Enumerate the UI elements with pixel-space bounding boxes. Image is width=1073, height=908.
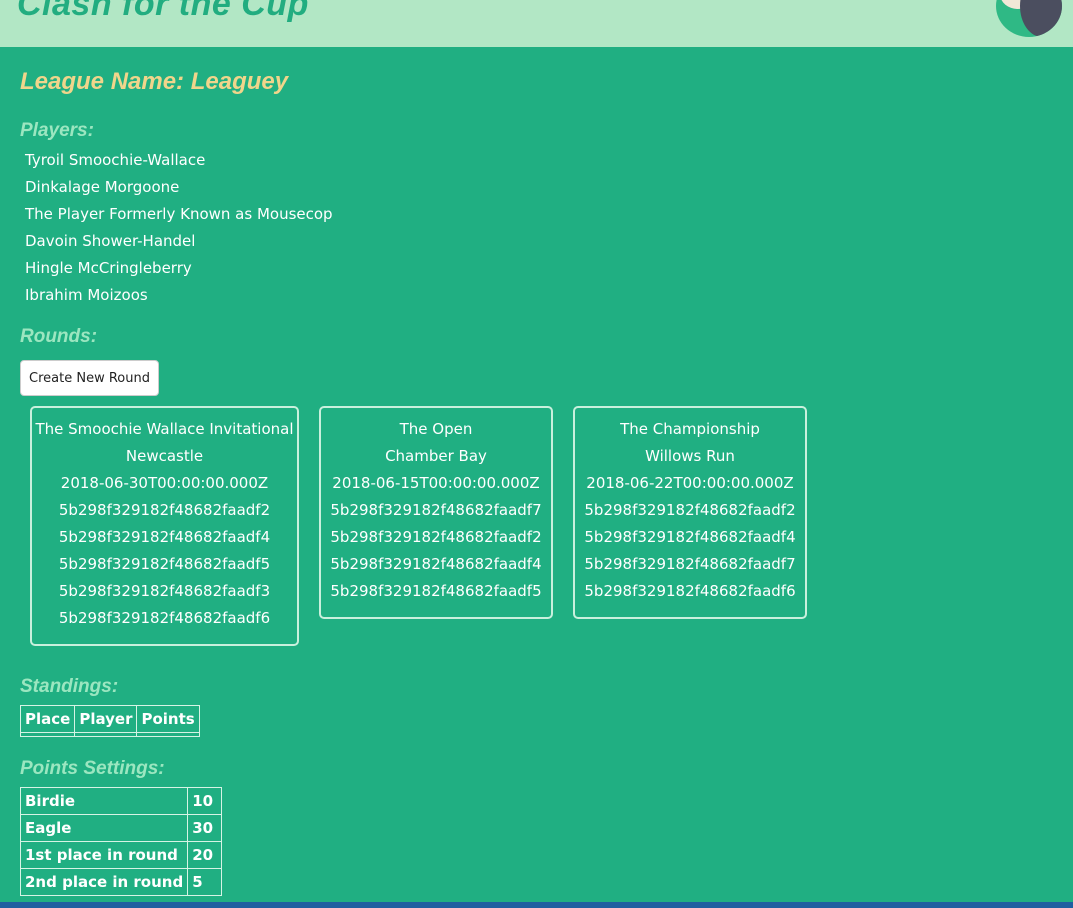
player-item: Tyroil Smoochie-Wallace	[25, 151, 206, 169]
player-item: Ibrahim Moizoos	[25, 286, 148, 304]
round-course: Chamber Bay	[385, 447, 487, 465]
points-value: 30	[187, 814, 223, 842]
round-player-id: 5b298f329182f48682faadf7	[584, 555, 796, 573]
players-heading: Players:	[20, 120, 94, 141]
points-label: 2nd place in round	[19, 868, 189, 896]
app-title: Clash for the Cup	[17, 0, 309, 23]
column-header-player: Player	[74, 705, 138, 733]
round-player-id: 5b298f329182f48682faadf4	[330, 555, 542, 573]
round-player-id: 5b298f329182f48682faadf5	[330, 582, 542, 600]
round-player-id: 5b298f329182f48682faadf2	[584, 501, 796, 519]
points-settings-heading: Points Settings:	[20, 758, 165, 779]
player-item: The Player Formerly Known as Mousecop	[25, 205, 333, 223]
round-player-id: 5b298f329182f48682faadf4	[58, 528, 271, 546]
round-course: Newcastle	[125, 447, 204, 465]
round-date: 2018-06-22T00:00:00.000Z	[586, 474, 794, 492]
player-item: Davoin Shower-Handel	[25, 232, 196, 250]
avatar-shade	[1020, 0, 1062, 37]
rounds-heading: Rounds:	[20, 326, 98, 347]
create-new-round-button[interactable]: Create New Round	[20, 360, 159, 396]
empty-cell	[74, 732, 138, 737]
standings-empty-row	[19, 732, 200, 737]
round-name: The Open	[399, 420, 473, 438]
table-row: 1st place in round 20	[19, 841, 223, 869]
standings-heading: Standings:	[20, 676, 119, 697]
avatar[interactable]	[996, 0, 1062, 37]
round-date: 2018-06-15T00:00:00.000Z	[332, 474, 540, 492]
window-bottom-edge	[0, 902, 1073, 908]
points-label: Eagle	[19, 814, 189, 842]
player-item: Hingle McCringleberry	[25, 259, 192, 277]
points-settings-table: Birdie 10 Eagle 30 1st place in round 20…	[19, 787, 223, 896]
points-label: Birdie	[19, 787, 189, 815]
round-player-id: 5b298f329182f48682faadf5	[58, 555, 271, 573]
points-label: 1st place in round	[19, 841, 189, 869]
empty-cell	[136, 732, 200, 737]
round-name: The Smoochie Wallace Invitational	[35, 420, 294, 438]
points-value: 5	[187, 868, 223, 896]
column-header-points: Points	[136, 705, 200, 733]
table-row: Birdie 10	[19, 787, 223, 815]
player-item: Dinkalage Morgoone	[25, 178, 180, 196]
round-name: The Championship	[620, 420, 760, 438]
league-title: League Name: Leaguey	[20, 68, 289, 95]
players-list: Tyroil Smoochie-Wallace Dinkalage Morgoo…	[25, 149, 333, 311]
round-player-id: 5b298f329182f48682faadf2	[58, 501, 271, 519]
standings-table: Place Player Points	[19, 705, 200, 737]
top-bar: Clash for the Cup	[0, 0, 1073, 47]
round-course: Willows Run	[645, 447, 735, 465]
round-player-id: 5b298f329182f48682faadf6	[58, 609, 271, 627]
table-row: Eagle 30	[19, 814, 223, 842]
table-row: 2nd place in round 5	[19, 868, 223, 896]
round-card[interactable]: The Smoochie Wallace Invitational Newcas…	[30, 406, 299, 646]
round-player-id: 5b298f329182f48682faadf3	[58, 582, 271, 600]
round-player-id: 5b298f329182f48682faadf6	[584, 582, 796, 600]
empty-cell	[19, 732, 76, 737]
standings-header-row: Place Player Points	[19, 705, 200, 733]
round-player-id: 5b298f329182f48682faadf7	[330, 501, 542, 519]
round-player-id: 5b298f329182f48682faadf2	[330, 528, 542, 546]
points-value: 20	[187, 841, 223, 869]
round-date: 2018-06-30T00:00:00.000Z	[60, 474, 269, 492]
round-card[interactable]: The Open Chamber Bay 2018-06-15T00:00:00…	[319, 406, 553, 619]
column-header-place: Place	[19, 705, 76, 733]
round-player-id: 5b298f329182f48682faadf4	[584, 528, 796, 546]
round-card[interactable]: The Championship Willows Run 2018-06-22T…	[573, 406, 807, 619]
points-value: 10	[187, 787, 223, 815]
